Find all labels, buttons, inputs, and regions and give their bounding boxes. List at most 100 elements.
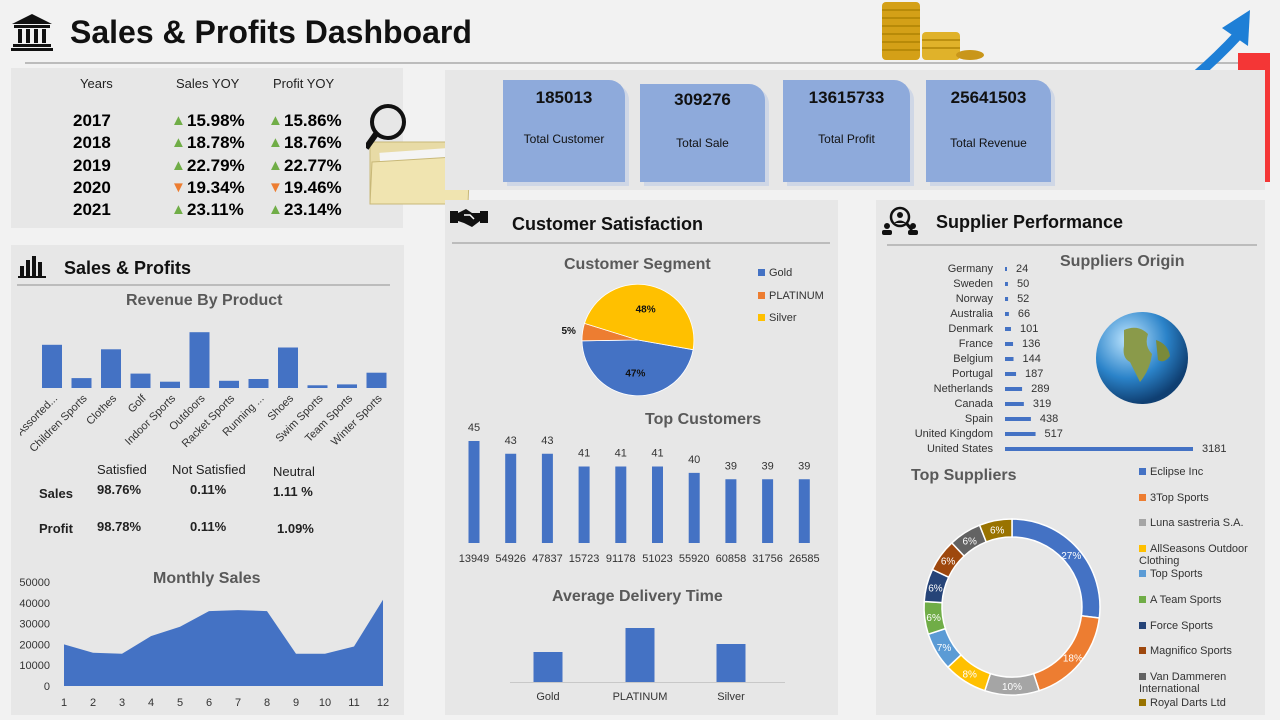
revenue-bar [219,380,239,388]
origin-bar [1005,327,1011,331]
supplier-value-label: 6% [928,583,943,594]
up-arrow-icon: ▲ [171,201,186,218]
kpi-card: 309276 Total Sale [640,84,765,182]
sat-row-label-profit: Profit [39,521,73,536]
revenue-bar [307,385,328,388]
legend-label: Royal Darts Ltd [1150,697,1226,709]
up-arrow-icon: ▲ [171,112,186,129]
sat-profit-not-satisfied: 0.11% [190,519,227,534]
yoy-header-sales: Sales YOY [176,76,240,91]
delivery-bar [533,652,563,682]
supplier-value-label: 7% [937,643,952,654]
origin-value-label: 187 [1025,368,1043,380]
revenue-bar [71,378,92,388]
origin-value-label: 144 [1023,353,1041,365]
origin-bar [1005,312,1009,316]
sales-profits-divider [17,284,390,286]
monthly-xtick-label: 7 [235,697,241,709]
yoy-profit-value: 23.14% [284,200,342,219]
kpi-card: 13615733 Total Profit [783,80,910,182]
yoy-profit-value: 19.46% [284,178,342,197]
bar-chart-icon [18,252,46,283]
sat-header-satisfied: Satisfied [97,462,147,477]
customer-satisfaction-title: Customer Satisfaction [512,214,704,234]
top-customer-id-label: 54926 [495,553,526,565]
kpi-label: Total Customer [523,132,605,146]
top-customer-bar [615,466,627,543]
origin-bar [1005,402,1024,406]
supplier-value-label: 10% [1002,682,1022,693]
top-customer-value-label: 39 [798,460,810,472]
segment-legend-item: Gold [758,267,792,279]
origin-country-label: Norway [956,293,994,305]
legend-swatch [1139,622,1146,629]
top-customer-id-label: 31756 [752,553,783,565]
yoy-profit-value: 18.76% [284,133,342,152]
monthly-ytick-label: 0 [44,681,50,693]
legend-label: Gold [769,267,793,279]
supplier-value-label: 8% [962,670,977,681]
kpi-label: Total Sale [676,136,729,150]
up-arrow-icon: ▲ [268,134,283,151]
supplier-legend-item: 3Top Sports [1139,492,1257,504]
origin-value-label: 438 [1040,413,1058,425]
yoy-sales-value: 15.98% [187,111,245,130]
top-customer-bar [688,472,700,543]
legend-swatch [758,269,765,276]
supplier-value-label: 6% [926,613,941,624]
segment-value-label: 5% [561,326,576,337]
monthly-xtick-label: 4 [148,697,154,709]
legend-label: Silver [769,312,797,324]
origin-country-label: Belgium [953,353,993,365]
monthly-xtick-label: 10 [319,697,331,709]
down-arrow-icon: ▼ [171,179,186,196]
revenue-bar [278,347,298,388]
supplier-value-label: 18% [1063,653,1083,664]
top-customer-value-label: 41 [615,448,627,460]
legend-swatch [1139,494,1146,501]
revenue-category-label: Golf [126,392,149,415]
revenue-by-product-title: Revenue By Product [126,292,283,309]
yoy-year: 2021 [73,200,111,219]
origin-bar [1005,297,1009,301]
yoy-profit-value: 15.86% [284,111,342,130]
supplier-value-label: 6% [990,525,1005,536]
origin-country-label: Germany [948,263,994,275]
revenue-by-product-chart: Assorted...Children SportsClothes GolfInd… [20,332,387,455]
monthly-xtick-label: 12 [377,697,389,709]
delivery-category-label: Silver [717,691,745,703]
monthly-ytick-label: 40000 [19,598,50,610]
origin-country-label: Australia [950,308,994,320]
kpi-card: 25641503 Total Revenue [926,80,1051,182]
legend-swatch [1139,699,1146,706]
yoy-sales-value: 18.78% [187,133,245,152]
yoy-year: 2017 [73,111,111,130]
monthly-xtick-label: 2 [90,697,96,709]
origin-country-label: Denmark [948,323,993,335]
top-customer-id-label: 60858 [716,553,747,565]
origin-bar [1005,372,1017,376]
revenue-bar [248,379,269,388]
top-customer-bar [798,479,810,543]
monthly-xtick-label: 5 [177,697,183,709]
kpi-value: 309276 [674,90,731,109]
origin-country-label: Sweden [953,278,993,290]
legend-swatch [758,314,765,321]
origin-value-label: 66 [1018,308,1030,320]
segment-legend-item: PLATINUM [758,290,824,302]
globe-icon [1094,310,1190,411]
legend-label: AllSeasons Outdoor Clothing [1139,543,1248,567]
suppliers-origin-chart: Germany 24 Sweden 50 Norway 52 Australia 66 Denm… [915,263,1227,455]
top-customer-bar [725,479,737,543]
origin-value-label: 101 [1020,323,1038,335]
delivery-time-chart: Gold PLATINUM Silver [510,628,785,703]
monthly-xtick-label: 6 [206,697,212,709]
kpi-label: Total Revenue [950,136,1027,150]
origin-bar [1005,267,1007,271]
handshake-icon [450,205,488,236]
top-customer-value-label: 43 [541,435,553,447]
monthly-xtick-label: 11 [348,697,359,709]
legend-label: PLATINUM [769,289,824,302]
page-title: Sales & Profits Dashboard [70,14,472,50]
segment-value-label: 48% [636,304,656,315]
